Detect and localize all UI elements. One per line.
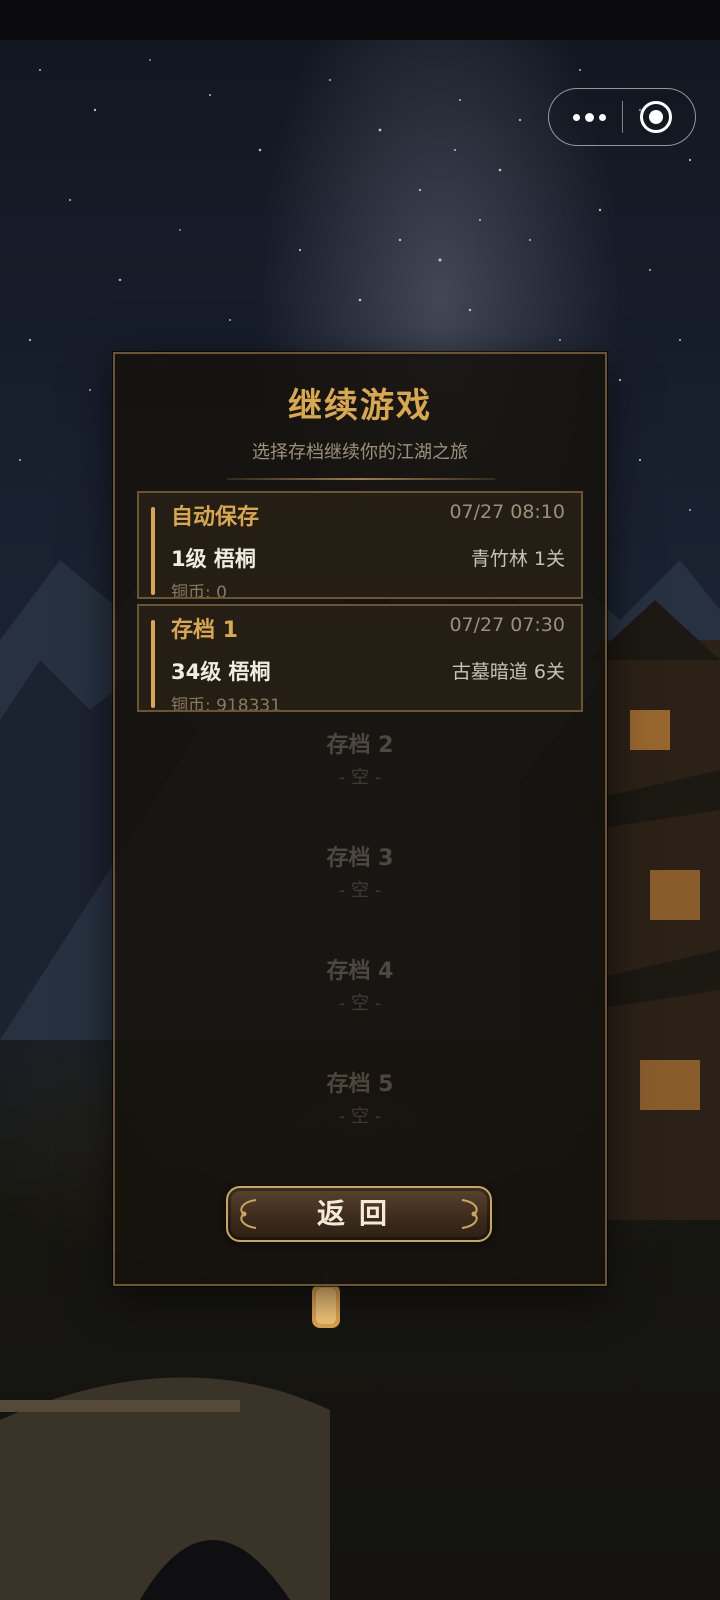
back-button[interactable]: 返回 — [226, 1186, 492, 1242]
slot-empty-label: - 空 - — [338, 880, 382, 901]
slot-stage: 青竹林 1关 — [470, 548, 565, 570]
slot-accent-bar — [151, 620, 155, 708]
dialog-subtitle: 选择存档继续你的江湖之旅 — [252, 442, 468, 463]
dialog-title: 继续游戏 — [288, 386, 432, 426]
ornament-right-icon — [461, 1199, 478, 1229]
slot-level: 34级 梧桐 — [171, 660, 271, 684]
save-slot-4[interactable]: 存档 4 - 空 - — [137, 943, 583, 1051]
slot-coins: 铜币: 0 — [171, 583, 227, 599]
slot-name: 存档 4 — [326, 959, 394, 984]
slot-accent-bar — [151, 507, 155, 595]
save-slot-3[interactable]: 存档 3 - 空 - — [137, 830, 583, 938]
capsule-divider — [622, 101, 623, 133]
slot-name: 存档 3 — [326, 846, 394, 871]
slot-name: 自动保存 — [171, 505, 260, 530]
save-slot-1[interactable]: 存档 1 07/27 07:30 34级 梧桐 古墓暗道 6关 铜币: 9183… — [137, 604, 583, 712]
slot-empty-label: - 空 - — [338, 993, 382, 1014]
lantern-icon — [312, 1274, 340, 1328]
slot-stage: 古墓暗道 6关 — [451, 661, 565, 683]
back-button-label: 返回 — [316, 1197, 401, 1230]
pavilion-building — [590, 600, 720, 1220]
slot-name: 存档 2 — [326, 733, 394, 758]
slot-time: 07/27 07:30 — [449, 614, 565, 636]
slot-empty-label: - 空 - — [338, 767, 382, 788]
target-circle-icon[interactable] — [640, 101, 672, 133]
more-dots-icon[interactable] — [569, 103, 617, 131]
ornament-left-icon — [240, 1199, 257, 1229]
target-dot — [649, 110, 663, 124]
slot-coins: 铜币: 918331 — [171, 696, 282, 712]
slot-name: 存档 1 — [171, 618, 238, 643]
slot-name: 存档 5 — [326, 1072, 394, 1097]
slot-time: 07/27 08:10 — [449, 501, 565, 523]
save-slot-2[interactable]: 存档 2 - 空 - — [137, 717, 583, 825]
save-slot-auto[interactable]: 自动保存 07/27 08:10 1级 梧桐 青竹林 1关 铜币: 0 — [137, 491, 583, 599]
status-bar — [0, 0, 720, 40]
title-divider — [227, 478, 495, 480]
mini-program-capsule — [548, 88, 696, 146]
save-slot-5[interactable]: 存档 5 - 空 - — [137, 1056, 583, 1164]
slot-empty-label: - 空 - — [338, 1106, 382, 1127]
continue-game-dialog: 继续游戏 选择存档继续你的江湖之旅 自动保存 07/27 08:10 1级 梧桐… — [113, 352, 607, 1286]
slot-level: 1级 梧桐 — [171, 547, 256, 571]
